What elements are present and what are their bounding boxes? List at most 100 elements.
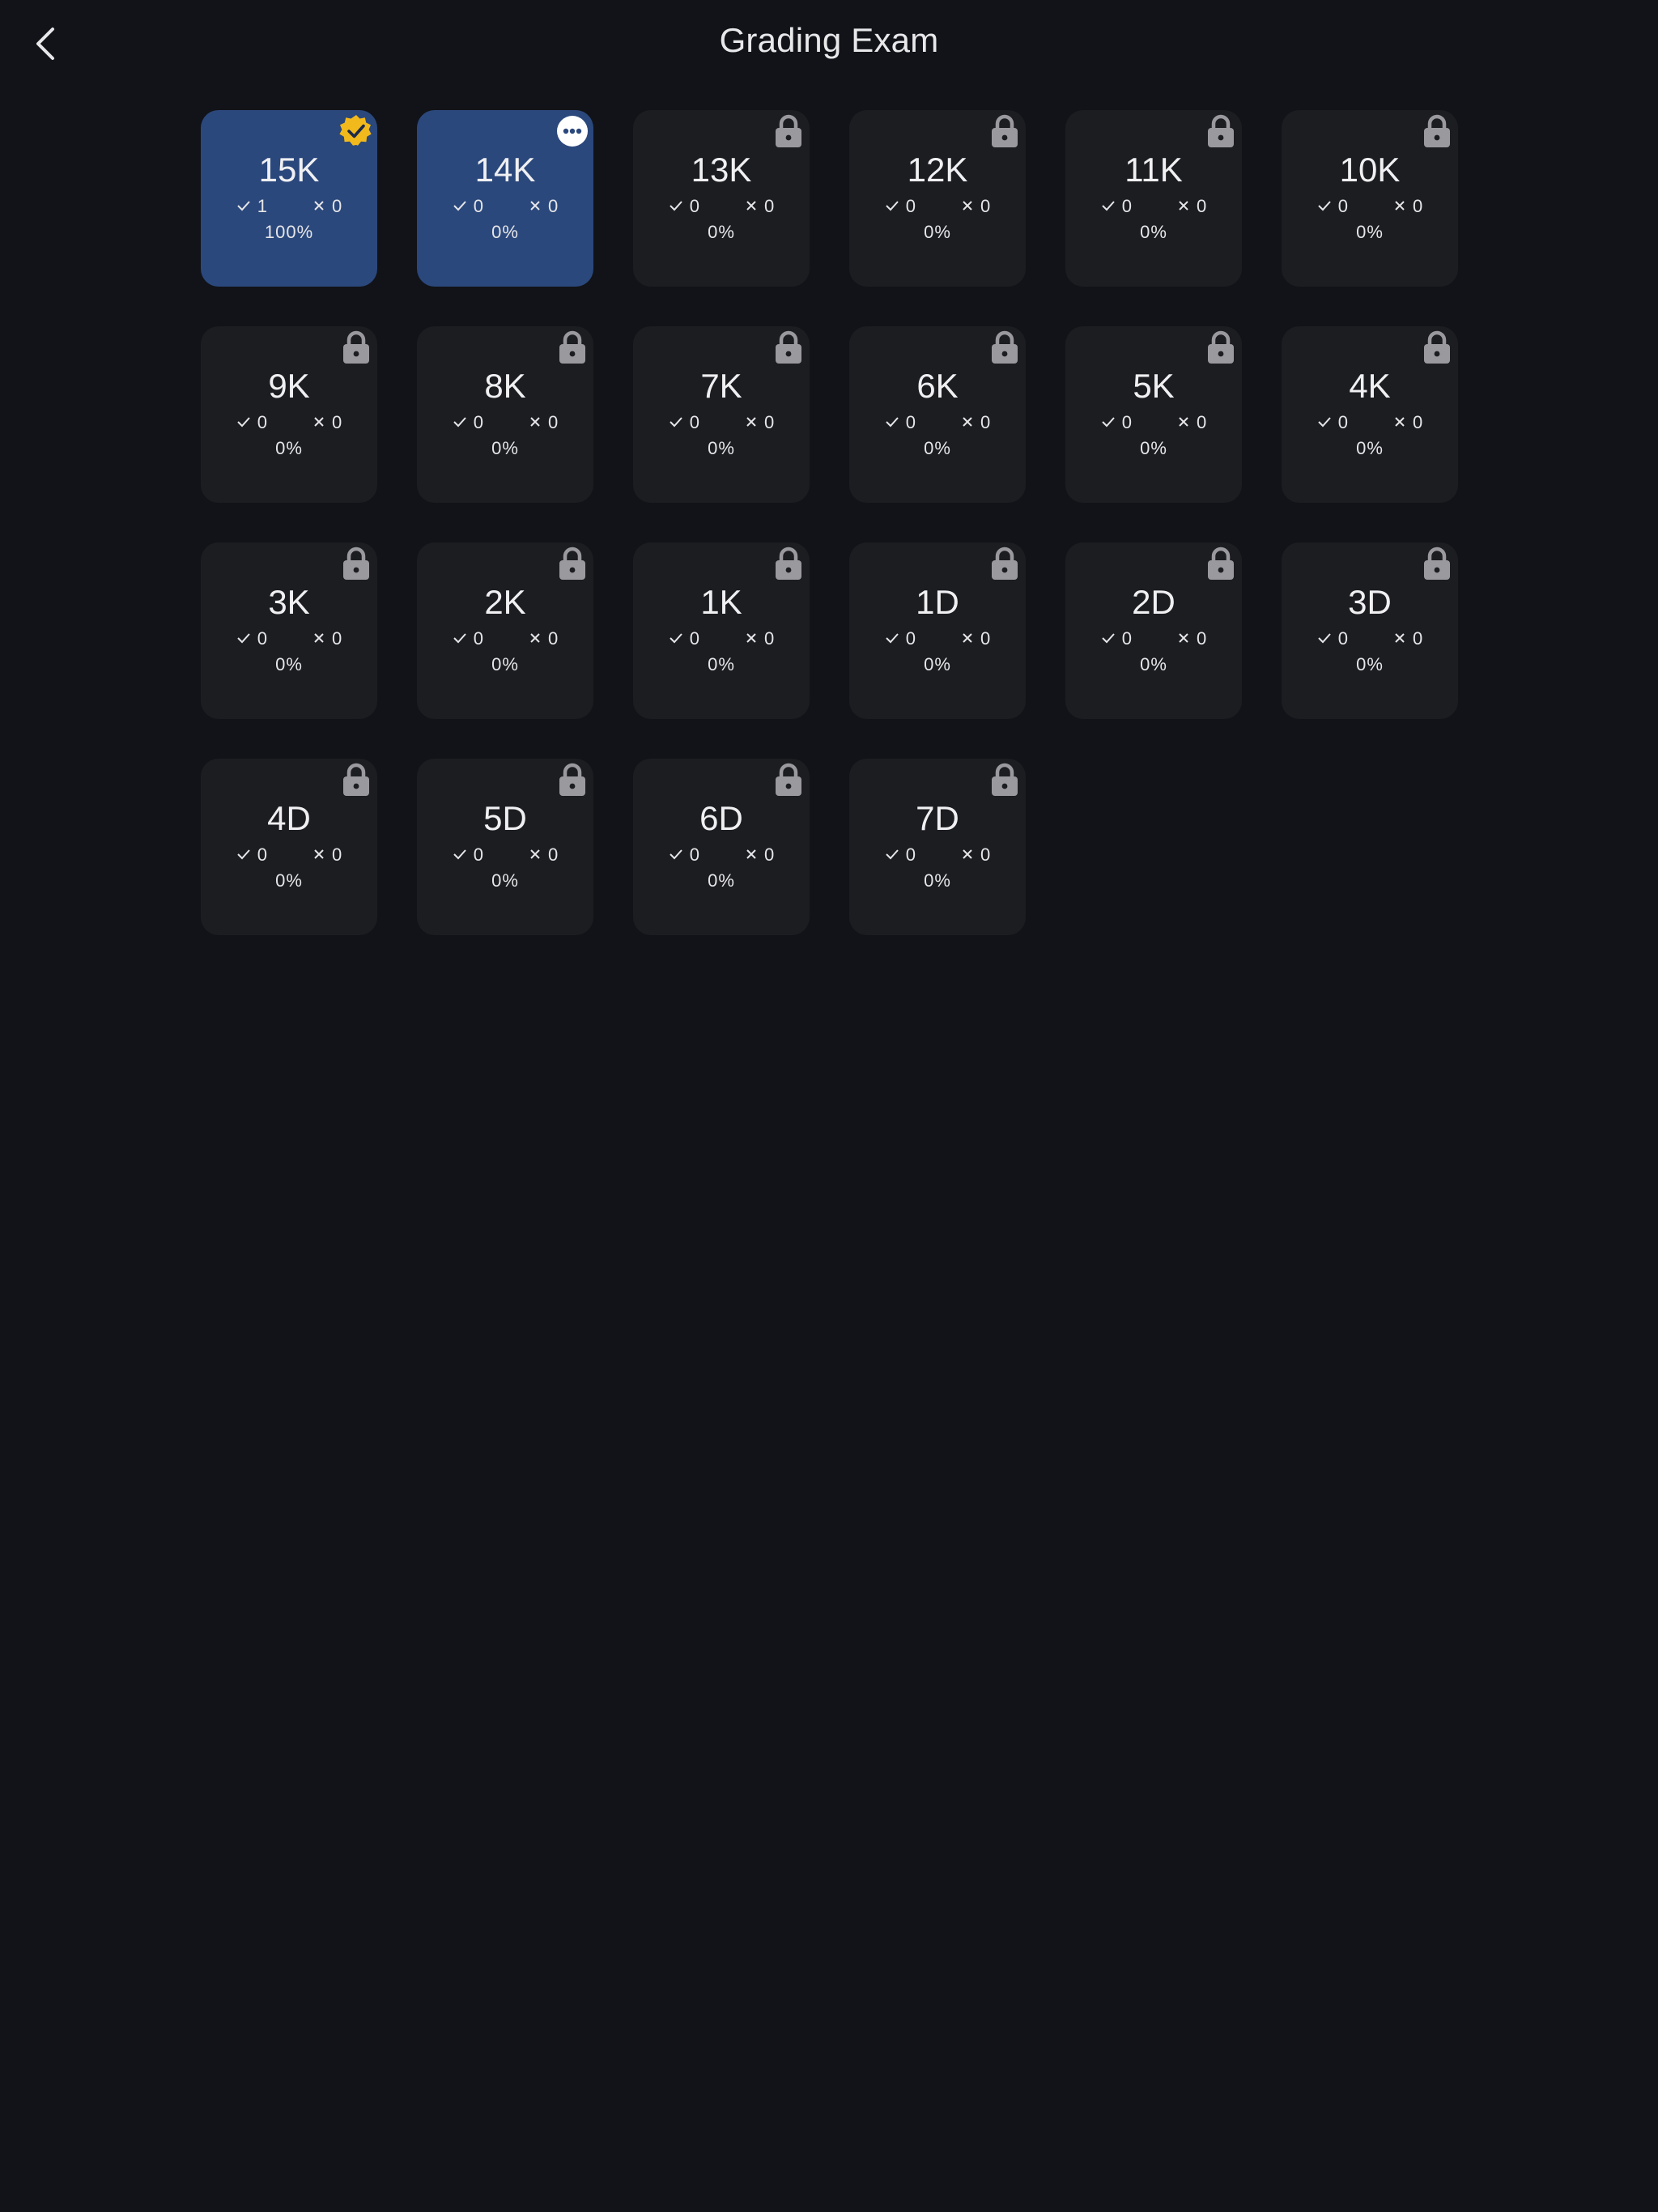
wrong-count: 0 <box>1177 412 1206 433</box>
level-rank: 9K <box>268 367 310 405</box>
correct-count: 0 <box>1101 628 1132 649</box>
level-rank: 4D <box>267 799 311 837</box>
correct-value: 0 <box>473 412 483 432</box>
wrong-value: 0 <box>764 412 775 432</box>
wrong-value: 0 <box>980 196 991 216</box>
wrong-count: 0 <box>529 844 558 866</box>
check-icon <box>1317 412 1332 433</box>
correct-count: 0 <box>236 412 267 433</box>
level-rank: 6K <box>916 367 959 405</box>
level-card-1d[interactable]: 1D 0 0 0% <box>849 542 1026 719</box>
level-stats: 0 0 <box>633 844 810 866</box>
wrong-value: 0 <box>332 412 342 432</box>
wrong-value: 0 <box>1197 628 1207 649</box>
level-card-14k[interactable]: 14K 0 0 0% <box>417 110 593 287</box>
check-icon <box>885 844 899 866</box>
level-card-7k[interactable]: 7K 0 0 0% <box>633 326 810 503</box>
level-percent: 0% <box>924 222 951 242</box>
level-percent: 0% <box>491 870 519 891</box>
level-rank: 4K <box>1349 367 1391 405</box>
lock-icon <box>991 330 1018 364</box>
wrong-count: 0 <box>529 412 558 433</box>
status-badge <box>1419 546 1455 581</box>
level-card-10k[interactable]: 10K 0 0 0% <box>1282 110 1458 287</box>
correct-count: 0 <box>669 196 699 217</box>
wrong-value: 0 <box>1413 196 1423 216</box>
check-icon <box>669 844 683 866</box>
level-rank: 5K <box>1133 367 1175 405</box>
wrong-count: 0 <box>961 196 990 217</box>
level-percent: 0% <box>708 654 735 674</box>
level-card-2d[interactable]: 2D 0 0 0% <box>1065 542 1242 719</box>
level-rank: 5D <box>483 799 527 837</box>
level-stats: 0 0 <box>849 628 1026 649</box>
level-card-3d[interactable]: 3D 0 0 0% <box>1282 542 1458 719</box>
level-card-3k[interactable]: 3K 0 0 0% <box>201 542 377 719</box>
correct-value: 0 <box>473 628 483 649</box>
level-stats: 0 0 <box>633 196 810 217</box>
lock-icon <box>559 330 586 364</box>
correct-count: 1 <box>236 196 267 217</box>
cross-icon <box>745 844 758 866</box>
correct-count: 0 <box>885 412 916 433</box>
level-percent: 0% <box>275 870 303 891</box>
cross-icon <box>961 628 974 649</box>
lock-icon <box>559 547 586 581</box>
lock-icon <box>342 547 370 581</box>
status-badge <box>338 546 374 581</box>
level-rank: 7K <box>700 367 742 405</box>
status-badge <box>555 546 590 581</box>
level-card-6d[interactable]: 6D 0 0 0% <box>633 759 810 935</box>
status-badge <box>771 762 806 798</box>
correct-count: 0 <box>885 844 916 866</box>
cross-icon <box>1393 196 1406 217</box>
correct-count: 0 <box>669 628 699 649</box>
level-stats: 0 0 <box>1065 412 1242 433</box>
level-card-6k[interactable]: 6K 0 0 0% <box>849 326 1026 503</box>
level-card-15k[interactable]: 15K 1 0 100% <box>201 110 377 287</box>
level-percent: 0% <box>924 438 951 458</box>
check-icon <box>1317 628 1332 649</box>
status-badge <box>987 546 1022 581</box>
status-badge <box>987 330 1022 365</box>
level-card-4k[interactable]: 4K 0 0 0% <box>1282 326 1458 503</box>
check-icon <box>669 196 683 217</box>
level-card-7d[interactable]: 7D 0 0 0% <box>849 759 1026 935</box>
correct-count: 0 <box>885 196 916 217</box>
level-card-2k[interactable]: 2K 0 0 0% <box>417 542 593 719</box>
wrong-count: 0 <box>745 412 774 433</box>
level-stats: 0 0 <box>1065 196 1242 217</box>
correct-value: 0 <box>905 844 916 865</box>
lock-icon <box>342 763 370 797</box>
correct-count: 0 <box>1101 412 1132 433</box>
status-badge <box>555 113 590 149</box>
more-icon <box>556 115 589 147</box>
level-card-4d[interactable]: 4D 0 0 0% <box>201 759 377 935</box>
level-card-13k[interactable]: 13K 0 0 0% <box>633 110 810 287</box>
status-badge <box>338 113 374 149</box>
level-card-11k[interactable]: 11K 0 0 0% <box>1065 110 1242 287</box>
correct-count: 0 <box>453 844 483 866</box>
level-card-12k[interactable]: 12K 0 0 0% <box>849 110 1026 287</box>
level-percent: 0% <box>708 222 735 242</box>
check-icon <box>453 628 467 649</box>
correct-value: 0 <box>1121 412 1132 432</box>
level-card-8k[interactable]: 8K 0 0 0% <box>417 326 593 503</box>
wrong-value: 0 <box>980 628 991 649</box>
lock-icon <box>775 763 802 797</box>
level-stats: 0 0 <box>1282 628 1458 649</box>
page-title: Grading Exam <box>719 21 939 59</box>
cross-icon <box>745 412 758 433</box>
level-card-5d[interactable]: 5D 0 0 0% <box>417 759 593 935</box>
level-rank: 2D <box>1132 583 1175 621</box>
cross-icon <box>312 196 325 217</box>
level-rank: 12K <box>907 151 968 189</box>
check-icon <box>1317 196 1332 217</box>
level-card-5k[interactable]: 5K 0 0 0% <box>1065 326 1242 503</box>
correct-count: 0 <box>669 844 699 866</box>
wrong-count: 0 <box>745 628 774 649</box>
level-card-9k[interactable]: 9K 0 0 0% <box>201 326 377 503</box>
status-badge <box>1203 113 1239 149</box>
correct-value: 0 <box>689 844 699 865</box>
level-card-1k[interactable]: 1K 0 0 0% <box>633 542 810 719</box>
